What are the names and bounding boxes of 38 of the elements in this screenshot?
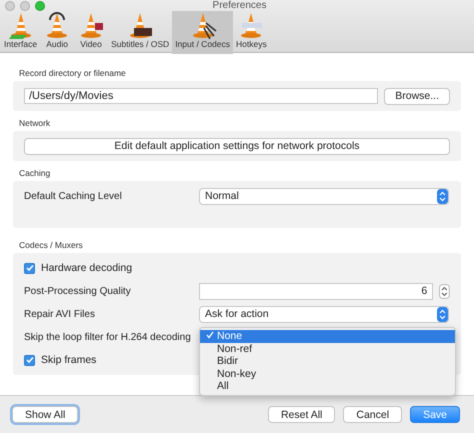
footer-button[interactable]: Show All	[12, 406, 78, 423]
caching-select[interactable]: Normal	[199, 188, 449, 204]
toolbar-tab[interactable]: Hotkeys	[233, 11, 270, 54]
toolbar-tab[interactable]: Subtitles / OSD	[108, 11, 172, 54]
quality-field[interactable]: 6	[199, 282, 434, 300]
menu-item[interactable]: Bidir	[200, 355, 455, 368]
setting-label: Repair AVI Files	[24, 308, 96, 320]
section-label: Record directory or filename	[19, 68, 126, 78]
footer-button[interactable]: Cancel	[343, 406, 402, 423]
setting-label: Default Caching Level	[24, 190, 123, 202]
window-title: Preferences	[212, 0, 266, 11]
network-settings-button[interactable]: Edit default application settings for network protocols	[24, 138, 450, 154]
toolbar-tab[interactable]: Audio	[40, 11, 74, 54]
setting-label: Skip the loop filter for H.264 decoding	[24, 332, 192, 342]
browse-button[interactable]: Browse...	[384, 88, 450, 104]
section-label: Caching	[19, 168, 50, 178]
checkbox-label: Skip frames	[41, 354, 96, 366]
checkmark-icon	[206, 331, 214, 340]
footer-button[interactable]: Reset All	[268, 406, 336, 423]
zoom-button[interactable]	[35, 0, 45, 10]
checkbox[interactable]	[24, 354, 35, 366]
setting-label: Post-Processing Quality	[24, 286, 132, 296]
section-label: Codecs / Muxers	[19, 240, 83, 250]
menu-item[interactable]: None	[200, 330, 455, 342]
checkbox[interactable]	[24, 262, 35, 274]
stepper-icon[interactable]	[437, 188, 448, 204]
menu-item[interactable]: Non-ref	[200, 342, 455, 355]
stepper-icon[interactable]	[439, 284, 450, 298]
stepper-icon[interactable]	[437, 306, 448, 322]
menu-item[interactable]: All	[200, 380, 455, 392]
toolbar-tab[interactable]: Input / Codecs	[172, 11, 233, 54]
repair-select[interactable]: Ask for action	[199, 306, 449, 322]
toolbar-tab[interactable]: Video	[74, 11, 108, 54]
menu-item[interactable]: Non-key	[200, 368, 455, 380]
checkbox-label: Hardware decoding	[41, 262, 132, 274]
path-field[interactable]: /Users/dy/Movies	[24, 88, 378, 104]
toolbar-tab[interactable]: Interface	[1, 11, 40, 54]
section-label: Network	[19, 118, 50, 128]
